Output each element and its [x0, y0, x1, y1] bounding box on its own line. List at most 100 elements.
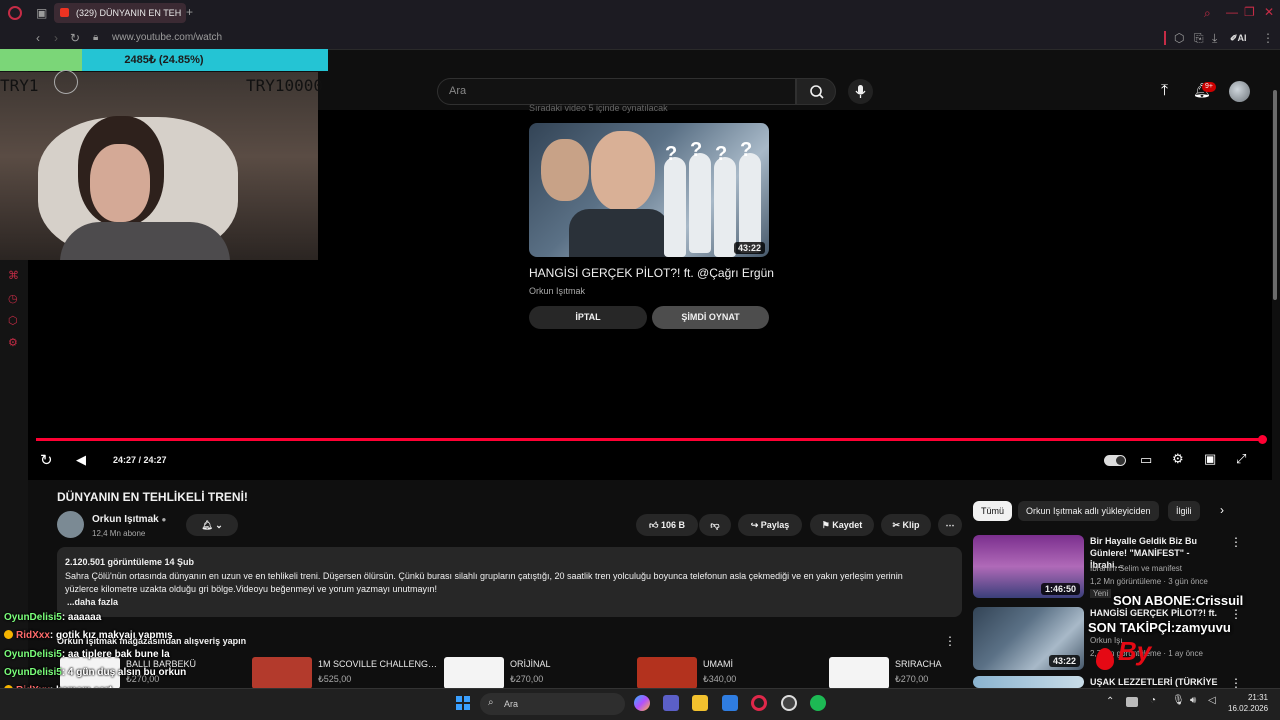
forward-icon[interactable]: › [54, 31, 58, 45]
product-image[interactable] [637, 657, 697, 689]
reload-icon[interactable]: ↻ [70, 31, 80, 45]
recommendation-menu-icon[interactable]: ⋮ [1230, 535, 1242, 549]
search-input[interactable]: Ara [437, 78, 796, 105]
back-icon[interactable]: ‹ [36, 31, 40, 45]
thumb-pilot-3 [714, 157, 736, 257]
share-label: Paylaş [760, 520, 790, 530]
recommendation-thumbnail[interactable]: 43:22 [973, 607, 1084, 670]
shelf-more-icon[interactable]: ⋮ [944, 634, 956, 648]
share-button[interactable]: ↪ Paylaş [738, 514, 802, 536]
download-icon[interactable]: ⤓ [1212, 31, 1217, 45]
product-price: ₺270,00 [895, 674, 929, 684]
copilot-icon[interactable] [634, 695, 650, 711]
more-actions-button[interactable]: ⋯ [938, 514, 962, 536]
opera-taskbar-icon[interactable] [751, 695, 767, 711]
teams-icon[interactable] [663, 695, 679, 711]
product-name[interactable]: UMAMİ [703, 659, 821, 669]
obs-icon[interactable] [781, 695, 797, 711]
overlay-goal-start-label: TRY1 [0, 76, 39, 95]
play-now-button[interactable]: ŞİMDİ OYNAT [652, 306, 769, 329]
product-image[interactable] [829, 657, 889, 689]
recommendation-thumbnail[interactable] [973, 676, 1084, 688]
recommendation-duration: 43:22 [1048, 655, 1080, 667]
chips-next-icon[interactable]: › [1220, 503, 1224, 517]
snapshot-icon[interactable]: ⎘ [1194, 31, 1204, 45]
avatar[interactable] [1229, 81, 1250, 102]
menu-icon[interactable]: ⋮ [1262, 31, 1274, 45]
file-explorer-icon[interactable] [692, 695, 708, 711]
donation-goal-text: 2485₺ (24.85%) [124, 54, 204, 66]
save-button[interactable]: ⚑ Kaydet [810, 514, 874, 536]
recommendation-title[interactable]: UŞAK LEZZETLERİ (TÜRKİYE [1090, 676, 1220, 688]
close-window-icon[interactable]: ✕ [1264, 5, 1274, 19]
volume-icon[interactable]: ◀︎ [76, 452, 86, 468]
recommendation-thumbnail[interactable]: 1:46:50 [973, 535, 1084, 598]
taskbar-search-input[interactable]: Ara [480, 693, 625, 715]
start-windows-icon[interactable] [456, 696, 470, 710]
extensions-icon[interactable]: ⬡ [1174, 31, 1184, 45]
like-button[interactable]: 👍︎ 106 B [636, 514, 698, 536]
todo-icon[interactable] [722, 695, 738, 711]
fullscreen-icon[interactable]: ⤢ [1236, 451, 1246, 467]
maximize-icon[interactable]: ❐ [1244, 5, 1255, 19]
scissors-icon: ✂ [892, 520, 901, 530]
upload-icon[interactable]: ⤒ [1161, 82, 1168, 100]
speaker-icon[interactable]: 🔊︎ [1190, 695, 1196, 706]
chip-all[interactable]: Tümü [973, 501, 1013, 521]
wifi-icon[interactable]: ◔ [1150, 695, 1156, 706]
autoplay-toggle[interactable] [1104, 455, 1126, 466]
chip-uploader[interactable]: Orkun Işıtmak adlı yükleyiciden [1018, 501, 1159, 521]
spotify-icon[interactable] [810, 695, 826, 711]
miniplayer-icon[interactable]: ▣ [1204, 451, 1216, 467]
recommendation-meta: 1,2 Mn görüntüleme · 3 gün önce [1090, 577, 1208, 586]
description-box[interactable]: 2.120.501 görüntüleme 14 Şub Sahra Çölü'… [57, 547, 962, 617]
subscribe-bell-button[interactable]: 🔔︎ ⌄ [186, 514, 238, 536]
clip-button[interactable]: ✂ Klip [881, 514, 931, 536]
show-more-link[interactable]: ...daha fazla [67, 597, 118, 607]
new-tab-icon[interactable]: + [186, 5, 193, 19]
scrollbar[interactable] [1273, 90, 1277, 300]
taskbar-clock[interactable]: 21:31 16.02.2026 [1228, 692, 1268, 714]
url-field[interactable]: www.youtube.com/watch [112, 32, 222, 43]
thumbs-down-icon: 👎︎ [710, 520, 720, 530]
search-tabs-icon[interactable]: ⌕ [1204, 6, 1211, 20]
settings-gear-icon[interactable]: ⚙ [1172, 451, 1184, 467]
recommendation-title[interactable]: HANGİSİ GERÇEK PİLOT?! ft. [1090, 607, 1220, 619]
channel-avatar[interactable] [57, 511, 84, 538]
video-title: DÜNYANIN EN TEHLİKELİ TRENİ! [57, 490, 248, 504]
browser-tab[interactable]: (329) DÜNYANIN EN TEH [54, 3, 186, 23]
product-name[interactable]: ORİJİNAL [510, 659, 628, 669]
product-image[interactable] [444, 657, 504, 689]
replay-icon[interactable]: ↻ [40, 451, 53, 469]
voice-search-button[interactable] [848, 79, 873, 104]
pinboard-icon[interactable]: ⌘ [8, 270, 20, 282]
history-icon[interactable]: ◷ [8, 293, 20, 305]
subtitles-icon[interactable]: ▭ [1140, 452, 1152, 468]
progress-scrubber[interactable] [1258, 435, 1267, 444]
tab-overview-icon[interactable]: ▣ [36, 6, 47, 20]
aria-ai-button[interactable]: ✐AI [1230, 31, 1247, 45]
tray-app-icon[interactable] [1126, 697, 1138, 707]
recommendation-menu-icon[interactable]: ⋮ [1230, 607, 1242, 621]
chip-related[interactable]: İlgili [1168, 501, 1200, 521]
thumb-question-mark: ? [715, 143, 728, 165]
autoplay-toggle-knob [1116, 456, 1125, 465]
thumb-person-left [541, 139, 589, 201]
dislike-button[interactable]: 👎︎ [699, 514, 731, 536]
volume-tray-icon[interactable]: ◁ [1208, 695, 1216, 706]
cancel-autoplay-button[interactable]: İPTAL [529, 306, 647, 329]
product-name[interactable]: 1M SCOVILLE CHALLENG… [318, 659, 436, 669]
channel-name[interactable]: Orkun Işıtmak ● [92, 514, 166, 525]
tray-expand-icon[interactable]: ⌃ [1106, 696, 1114, 707]
bell-icon: 🔔︎ [201, 520, 213, 530]
endscreen-title[interactable]: HANGİSİ GERÇEK PİLOT?! ft. @Çağrı Ergün [529, 266, 774, 280]
opera-logo-icon[interactable] [8, 6, 22, 20]
search-button[interactable] [796, 78, 836, 105]
settings-sidebar-icon[interactable]: ⚙ [8, 337, 20, 349]
extensions-sidebar-icon[interactable]: ⬡ [8, 315, 20, 327]
endscreen-thumbnail[interactable]: ? ? ? ? 43:22 [529, 123, 769, 257]
product-image[interactable] [252, 657, 312, 689]
mic-tray-icon[interactable]: 🎙︎ [1172, 695, 1185, 706]
minimize-icon[interactable]: — [1226, 5, 1238, 19]
progress-bar[interactable] [36, 438, 1264, 441]
